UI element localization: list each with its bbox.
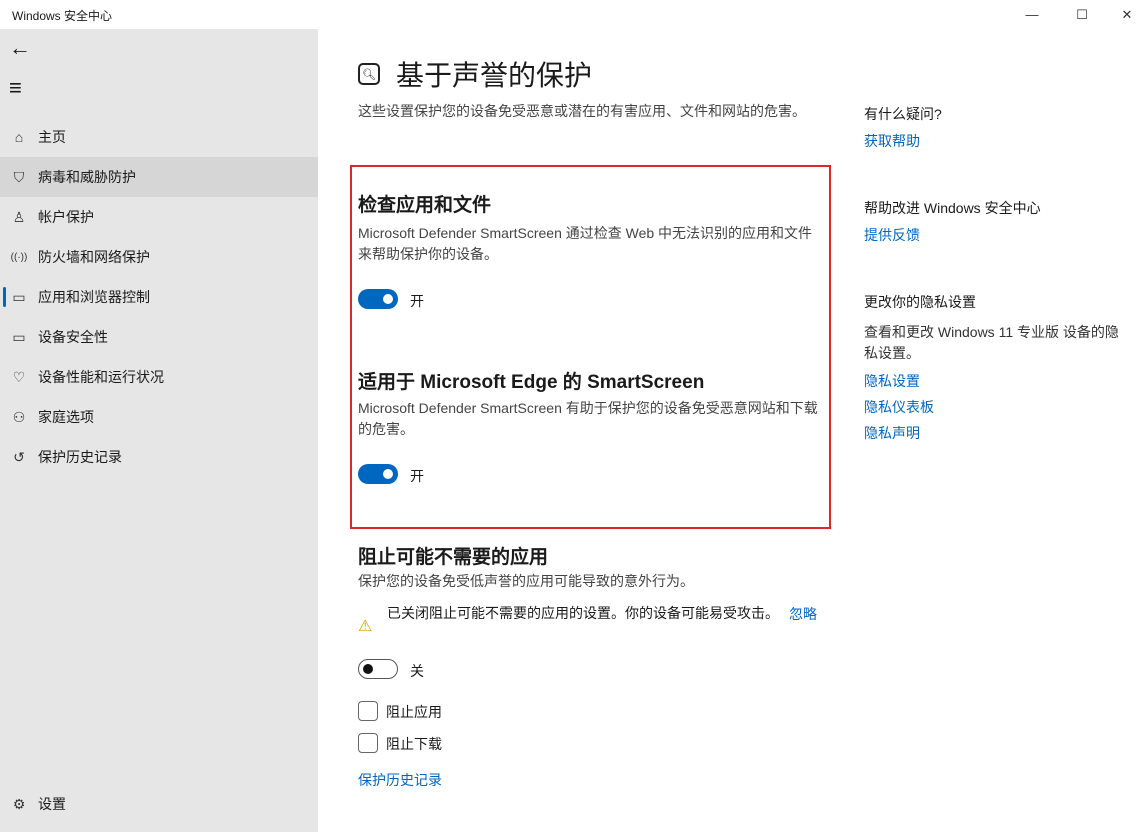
feedback-link[interactable]: 提供反馈	[864, 225, 920, 245]
section-description: Microsoft Defender SmartScreen 通过检查 Web …	[358, 223, 818, 265]
app-window-icon: ▭	[9, 289, 29, 306]
back-arrow-icon[interactable]: ←	[9, 35, 31, 61]
sidebar-item-label: 保护历史记录	[38, 447, 122, 467]
page-title-text: 基于声誉的保护	[396, 54, 592, 94]
sidebar-item-label: 应用和浏览器控制	[38, 287, 150, 307]
laptop-icon: ▭	[9, 329, 29, 346]
checkbox-label: 阻止下载	[386, 734, 442, 754]
privacy-statement-link[interactable]: 隐私声明	[864, 423, 920, 443]
block-apps-checkbox[interactable]	[358, 701, 378, 721]
history-icon: ↺	[9, 449, 29, 466]
privacy-heading: 更改你的隐私设置	[864, 292, 976, 312]
page-description: 这些设置保护您的设备免受恶意或潜在的有害应用、文件和网站的危害。	[358, 101, 818, 122]
sidebar-item-firewall[interactable]: ((·)) 防火墙和网络保护	[0, 237, 318, 277]
section-title: 检查应用和文件	[358, 190, 491, 217]
toggle-label: 关	[410, 661, 424, 681]
sidebar-item-label: 家庭选项	[38, 407, 94, 427]
main-content: 🔍︎ 基于声誉的保护 这些设置保护您的设备免受恶意或潜在的有害应用、文件和网站的危…	[318, 29, 1147, 832]
antenna-icon: ((·))	[9, 252, 29, 263]
sidebar: ← ≡ ⌂ 主页 ⛉ 病毒和威胁防护 ♙ 帐户保护 ((·)) 防火墙和网络保护 ▭ 应用…	[0, 29, 318, 832]
person-icon: ♙	[9, 209, 29, 226]
reputation-search-icon: 🔍︎	[358, 63, 380, 85]
window-title: Windows 安全中心	[12, 7, 112, 24]
sidebar-item-device-performance[interactable]: ♡ 设备性能和运行状况	[0, 357, 318, 397]
section-title: 阻止可能不需要的应用	[358, 542, 548, 569]
sidebar-item-label: 设置	[38, 794, 66, 814]
hamburger-menu-icon[interactable]: ≡	[9, 75, 22, 101]
dismiss-link[interactable]: 忽略	[789, 604, 817, 624]
shield-icon: ⛉	[9, 169, 29, 186]
sidebar-item-label: 帐户保护	[38, 207, 94, 227]
warning-text: 已关闭阻止可能不需要的应用的设置。你的设备可能易受攻击。	[387, 603, 779, 624]
section-description: 保护您的设备免受低声誉的应用可能导致的意外行为。	[358, 571, 818, 592]
edge-smartscreen-toggle[interactable]	[358, 464, 398, 484]
privacy-settings-link[interactable]: 隐私设置	[864, 371, 920, 391]
warning-icon: ⚠	[358, 616, 372, 636]
title-bar: Windows 安全中心 — ☐ ✕	[0, 0, 1147, 29]
privacy-dashboard-link[interactable]: 隐私仪表板	[864, 397, 934, 417]
check-apps-toggle[interactable]	[358, 289, 398, 309]
sidebar-item-label: 主页	[38, 127, 66, 147]
section-description: Microsoft Defender SmartScreen 有助于保护您的设备…	[358, 398, 818, 440]
sidebar-item-label: 设备性能和运行状况	[38, 367, 164, 387]
minimize-button[interactable]: —	[1009, 0, 1055, 29]
sidebar-item-label: 设备安全性	[38, 327, 108, 347]
sidebar-item-device-security[interactable]: ▭ 设备安全性	[0, 317, 318, 357]
home-icon: ⌂	[9, 129, 29, 145]
sidebar-item-app-browser[interactable]: ▭ 应用和浏览器控制	[0, 277, 318, 317]
family-icon: ⚇	[9, 409, 29, 426]
gear-icon: ⚙	[9, 796, 29, 813]
maximize-button[interactable]: ☐	[1059, 0, 1105, 29]
sidebar-item-label: 防火墙和网络保护	[38, 247, 150, 267]
sidebar-item-settings[interactable]: ⚙ 设置	[0, 784, 318, 824]
pua-toggle[interactable]	[358, 659, 398, 679]
sidebar-item-home[interactable]: ⌂ 主页	[0, 117, 318, 157]
privacy-description: 查看和更改 Windows 11 专业版 设备的隐私设置。	[864, 322, 1124, 364]
protection-history-link[interactable]: 保护历史记录	[358, 770, 442, 790]
sidebar-item-virus-protection[interactable]: ⛉ 病毒和威胁防护	[0, 157, 318, 197]
sidebar-item-account[interactable]: ♙ 帐户保护	[0, 197, 318, 237]
improve-heading: 帮助改进 Windows 安全中心	[864, 198, 1041, 218]
close-button[interactable]: ✕	[1104, 0, 1147, 29]
get-help-link[interactable]: 获取帮助	[864, 131, 920, 151]
selection-indicator	[3, 287, 6, 307]
toggle-label: 开	[410, 466, 424, 486]
checkbox-label: 阻止应用	[386, 702, 442, 722]
section-title: 适用于 Microsoft Edge 的 SmartScreen	[358, 367, 704, 394]
sidebar-item-family[interactable]: ⚇ 家庭选项	[0, 397, 318, 437]
block-downloads-checkbox[interactable]	[358, 733, 378, 753]
heart-pulse-icon: ♡	[9, 369, 29, 386]
help-heading: 有什么疑问?	[864, 104, 942, 124]
page-title: 🔍︎ 基于声誉的保护	[358, 54, 592, 94]
toggle-label: 开	[410, 291, 424, 311]
sidebar-item-label: 病毒和威胁防护	[38, 167, 136, 187]
sidebar-item-history[interactable]: ↺ 保护历史记录	[0, 437, 318, 477]
